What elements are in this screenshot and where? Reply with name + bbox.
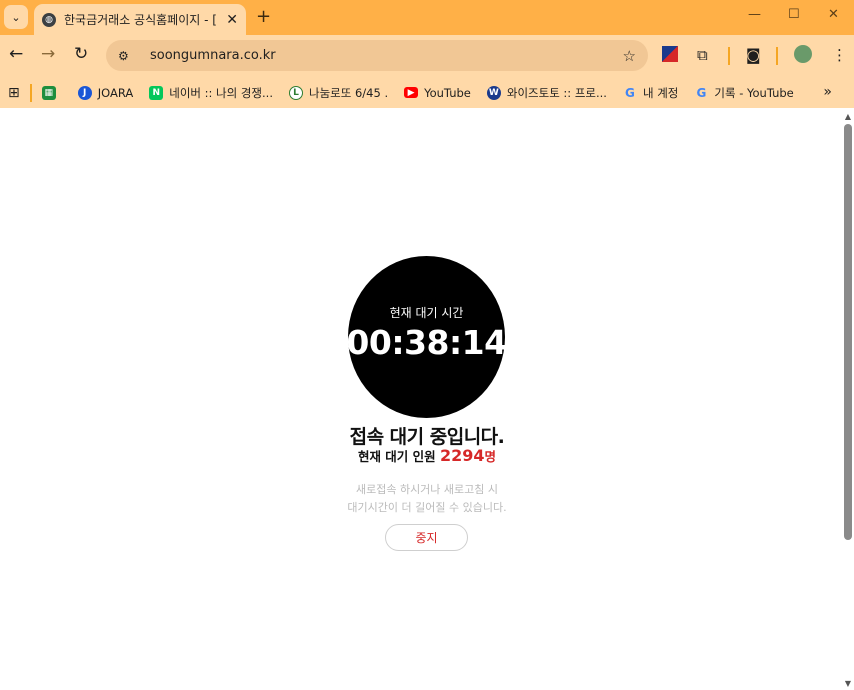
- wait-time-label: 현재 대기 시간: [389, 306, 464, 320]
- bookmark-separator: [29, 83, 32, 102]
- bookmark-item[interactable]: ▶ YouTube: [404, 86, 471, 100]
- toolbar-separator: [728, 47, 730, 65]
- extension-flag-icon[interactable]: [662, 46, 678, 62]
- site-info-icon[interactable]: ⚙: [118, 49, 136, 63]
- minimize-icon[interactable]: —: [748, 7, 761, 22]
- address-bar[interactable]: ⚙ soongumnara.co.kr ☆: [106, 40, 648, 71]
- bookmarks-bar: ⊞ ▦ J JOARA N 네이버 :: 나의 경쟁... L 나눔로또 6/45 .…: [0, 77, 854, 108]
- google-icon: G: [625, 85, 635, 100]
- wait-time-value: 00:38:14: [346, 323, 507, 362]
- queue-notice: 새로접속 하시거나 새로고침 시 대기시간이 더 길어질 수 있습니다.: [0, 481, 854, 517]
- toolbar: ← → ↻ ⚙ soongumnara.co.kr ☆ ⧉ ◙ ⋮: [0, 35, 854, 77]
- wait-timer-circle: 현재 대기 시간 00:38:14: [346, 256, 507, 418]
- tab-active[interactable]: ◍ 한국금거래소 공식홈페이지 - [ ✕: [34, 4, 246, 35]
- chevron-down-icon: ⌄: [11, 10, 21, 24]
- globe-icon: ◍: [42, 12, 56, 27]
- bookmark-item[interactable]: L 나눔로또 6/45 .: [288, 85, 389, 101]
- youtube-icon: ▶: [404, 87, 419, 98]
- queue-count-label: 현재 대기 인원: [357, 449, 436, 464]
- tab-title: 한국금거래소 공식홈페이지 - [: [64, 13, 216, 27]
- bookmark-item[interactable]: N 네이버 :: 나의 경쟁...: [149, 85, 273, 101]
- bookmark-label: 나눔로또 6/45 .: [308, 85, 389, 100]
- naver-icon: N: [149, 85, 164, 100]
- stop-button[interactable]: 중지: [385, 524, 468, 551]
- url-text[interactable]: soongumnara.co.kr: [150, 48, 276, 63]
- tab-search-button[interactable]: ⌄: [4, 5, 28, 29]
- extensions-puzzle-icon[interactable]: ⧉: [697, 46, 708, 64]
- bookmark-item[interactable]: J JOARA: [77, 85, 134, 100]
- scrollbar-thumb[interactable]: [844, 124, 852, 540]
- tab-strip: ⌄ ◍ 한국금거래소 공식홈페이지 - [ ✕ + — ☐ ✕: [0, 0, 854, 35]
- bookmark-star-icon[interactable]: ☆: [623, 47, 636, 65]
- notice-line-2: 대기시간이 더 길어질 수 있습니다.: [347, 501, 507, 514]
- queue-headline: 접속 대기 중입니다.: [349, 426, 505, 448]
- bookmark-label: 네이버 :: 나의 경쟁...: [169, 85, 273, 100]
- queue-count-value: 2294: [440, 446, 485, 465]
- bookmark-label: 와이즈토토 :: 프로...: [506, 85, 607, 100]
- lotto-icon: L: [288, 85, 303, 100]
- screenshot-icon[interactable]: ◙: [746, 46, 761, 64]
- wisetoto-icon: W: [486, 85, 501, 100]
- queue-count: 현재 대기 인원 2294명: [0, 446, 854, 465]
- bookmark-item[interactable]: G 기록 - YouTube: [694, 85, 793, 101]
- scroll-down-icon[interactable]: ▼: [845, 679, 851, 688]
- chevron-double-right-icon[interactable]: »: [823, 84, 832, 100]
- joara-icon: J: [77, 85, 92, 100]
- menu-kebab-icon[interactable]: ⋮: [832, 46, 847, 64]
- bookmark-item[interactable]: W 와이즈토토 :: 프로...: [486, 85, 607, 101]
- profile-avatar[interactable]: [794, 45, 812, 63]
- notice-line-1: 새로접속 하시거나 새로고침 시: [355, 483, 499, 496]
- google-icon: G: [696, 85, 707, 100]
- reload-icon[interactable]: ↻: [74, 44, 88, 64]
- bookmark-label: 기록 - YouTube: [714, 85, 794, 100]
- google-sheets-icon: ▦: [41, 85, 56, 100]
- window-close-icon[interactable]: ✕: [828, 7, 839, 22]
- toolbar-separator: [776, 47, 778, 65]
- forward-icon[interactable]: →: [41, 44, 55, 64]
- back-icon[interactable]: ←: [9, 44, 23, 64]
- apps-grid-icon[interactable]: ⊞: [8, 85, 20, 101]
- new-tab-button[interactable]: +: [256, 6, 271, 27]
- bookmark-label: YouTube: [424, 85, 471, 100]
- page-content: 현재 대기 시간 00:38:14 접속 대기 중입니다. 현재 대기 인원 2…: [0, 108, 854, 690]
- close-icon[interactable]: ✕: [226, 12, 238, 28]
- maximize-icon[interactable]: ☐: [788, 7, 800, 22]
- bookmark-item[interactable]: ▦: [41, 85, 62, 100]
- bookmark-item[interactable]: G 내 계정: [623, 85, 678, 101]
- bookmark-label: JOARA: [97, 85, 134, 100]
- bookmark-label: 내 계정: [642, 85, 679, 100]
- browser-chrome: ⌄ ◍ 한국금거래소 공식홈페이지 - [ ✕ + — ☐ ✕ ← → ↻ ⚙ …: [0, 0, 854, 108]
- page-scrollbar[interactable]: ▲ ▼: [840, 108, 854, 690]
- queue-count-unit: 명: [484, 449, 497, 464]
- scroll-up-icon[interactable]: ▲: [845, 112, 851, 121]
